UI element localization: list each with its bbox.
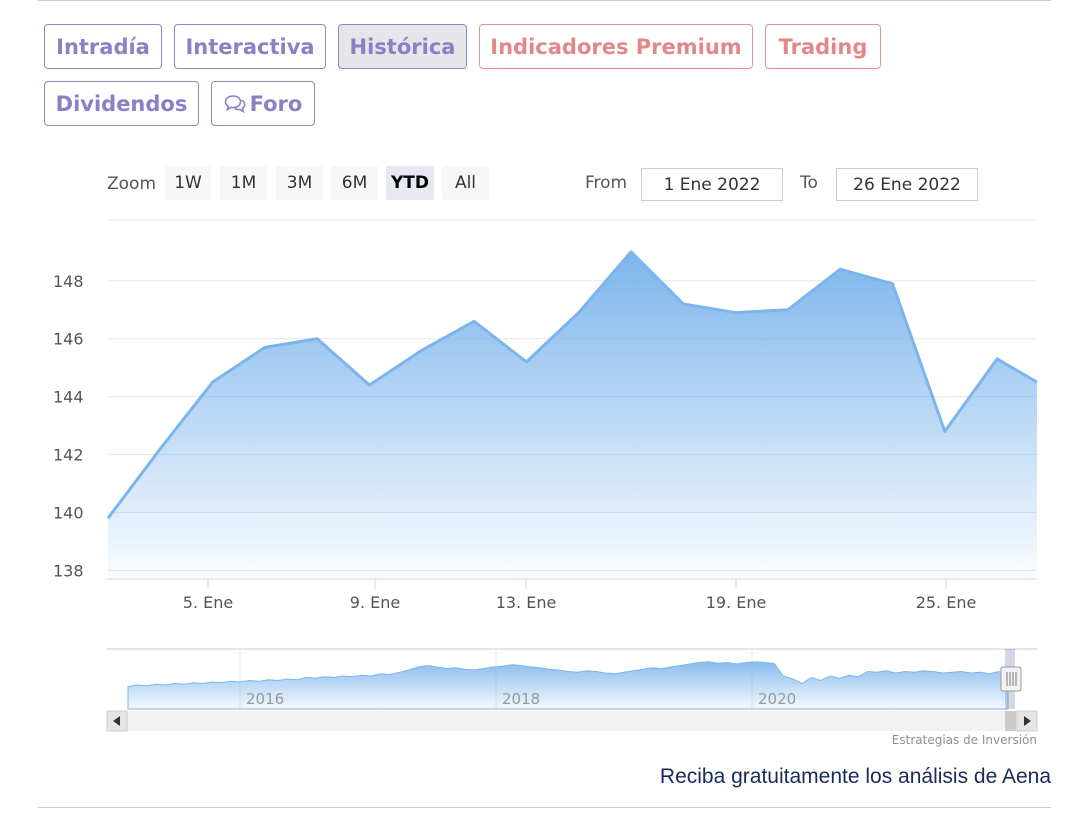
y-tick-label: 146 bbox=[53, 330, 84, 349]
price-point[interactable] bbox=[105, 515, 111, 521]
price-area-layer bbox=[105, 249, 1040, 579]
scroll-left-button[interactable] bbox=[106, 710, 128, 732]
promo-text: Reciba gratuitamente los análisis de Aen… bbox=[659, 765, 1051, 788]
price-point[interactable] bbox=[680, 301, 686, 307]
y-tick-label: 142 bbox=[53, 446, 84, 465]
price-point[interactable] bbox=[942, 428, 948, 434]
price-point[interactable] bbox=[994, 356, 1000, 362]
chart-credit[interactable]: Estrategias de Inversión bbox=[892, 733, 1037, 747]
price-point[interactable] bbox=[576, 310, 582, 316]
price-point[interactable] bbox=[210, 379, 216, 385]
stock-chart[interactable]: 138 140 142 144 146 148 5. Ene 9. Ene 13. Ene 19.… bbox=[0, 0, 1066, 819]
price-point[interactable] bbox=[471, 318, 477, 324]
price-point[interactable] bbox=[523, 359, 529, 365]
x-tick-label: 19. Ene bbox=[706, 593, 767, 612]
price-point[interactable] bbox=[262, 344, 268, 350]
navigator[interactable]: 2016 2018 2020 bbox=[106, 648, 1038, 732]
price-point[interactable] bbox=[628, 249, 634, 255]
y-tick-label: 138 bbox=[53, 561, 84, 580]
price-point[interactable] bbox=[367, 382, 373, 388]
navigator-tick-label: 2018 bbox=[502, 690, 540, 708]
scrollbar-thumb[interactable] bbox=[1005, 711, 1016, 731]
navigator-tick-label: 2016 bbox=[246, 690, 284, 708]
x-tick-label: 5. Ene bbox=[183, 593, 233, 612]
navigator-tick-label: 2020 bbox=[758, 690, 796, 708]
price-point[interactable] bbox=[890, 281, 896, 287]
scroll-right-button[interactable] bbox=[1016, 710, 1038, 732]
price-point[interactable] bbox=[837, 266, 843, 272]
price-point[interactable] bbox=[1034, 379, 1040, 385]
price-point[interactable] bbox=[785, 307, 791, 313]
price-point[interactable] bbox=[157, 446, 163, 452]
x-tick-label: 25. Ene bbox=[916, 593, 977, 612]
y-tick-label: 140 bbox=[53, 503, 84, 522]
price-point[interactable] bbox=[419, 347, 425, 353]
scrollbar-track[interactable] bbox=[107, 711, 1037, 731]
navigator-handle[interactable] bbox=[1000, 666, 1022, 692]
y-tick-label: 148 bbox=[53, 272, 84, 291]
x-tick-label: 9. Ene bbox=[350, 593, 400, 612]
price-point[interactable] bbox=[733, 310, 739, 316]
price-point[interactable] bbox=[314, 336, 320, 342]
x-tick-label: 13. Ene bbox=[496, 593, 557, 612]
bottom-divider bbox=[38, 807, 1051, 808]
y-tick-label: 144 bbox=[53, 388, 84, 407]
